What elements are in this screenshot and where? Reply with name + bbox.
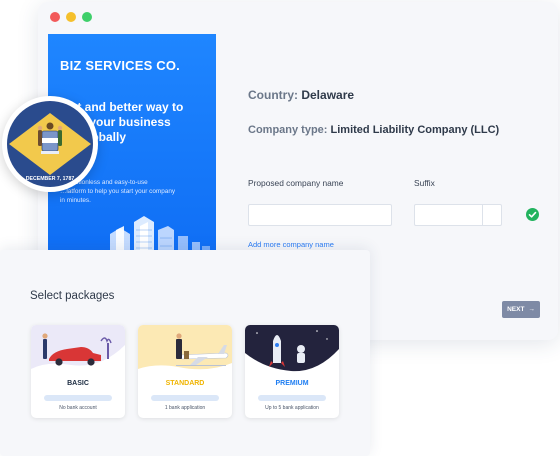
next-button-label: NEXT bbox=[507, 306, 525, 313]
package-name-standard: STANDARD bbox=[165, 380, 205, 387]
proposed-name-label: Proposed company name bbox=[248, 178, 344, 188]
select-divider bbox=[482, 205, 483, 225]
package-bar-basic bbox=[44, 395, 112, 401]
next-button[interactable]: NEXT → bbox=[502, 301, 540, 318]
package-card-basic[interactable]: BASIC No bank account bbox=[31, 325, 125, 418]
package-desc-standard: 1 bank application bbox=[164, 405, 206, 411]
company-type-row: Company type: Limited Liability Company … bbox=[248, 124, 499, 136]
close-window-dot[interactable] bbox=[50, 12, 60, 22]
window-controls bbox=[50, 12, 92, 22]
package-bar-standard bbox=[151, 395, 219, 401]
package-card-premium[interactable]: PREMIUM Up to 5 bank application bbox=[245, 325, 339, 418]
package-desc-premium: Up to 5 bank application bbox=[265, 405, 319, 411]
maximize-window-dot[interactable] bbox=[82, 12, 92, 22]
company-type-value: Limited Liability Company (LLC) bbox=[330, 124, 500, 136]
package-name-basic: BASIC bbox=[67, 380, 89, 387]
sports-car-illustration bbox=[31, 325, 125, 373]
package-name-premium: PREMIUM bbox=[275, 380, 309, 387]
delaware-flag-icon: DECEMBER 7, 1787 bbox=[7, 101, 93, 187]
check-icon bbox=[526, 208, 539, 221]
arrow-right-icon: → bbox=[528, 306, 535, 313]
add-more-company-name-link[interactable]: Add more company name bbox=[248, 240, 334, 249]
country-label: Country: bbox=[248, 88, 298, 102]
package-desc-basic: No bank account bbox=[59, 405, 97, 411]
package-card-standard[interactable]: STANDARD 1 bank application bbox=[138, 325, 232, 418]
private-jet-illustration bbox=[138, 325, 232, 373]
package-bar-premium bbox=[258, 395, 326, 401]
flag-date-text: DECEMBER 7, 1787 bbox=[26, 176, 75, 182]
country-value: Delaware bbox=[301, 88, 355, 102]
suffix-label: Suffix bbox=[414, 178, 435, 188]
minimize-window-dot[interactable] bbox=[66, 12, 76, 22]
company-type-label: Company type: bbox=[248, 124, 328, 136]
country-row: Country: Delaware bbox=[248, 88, 354, 102]
packages-panel: Select packages BASIC No bank account ST… bbox=[0, 250, 370, 456]
delaware-flag-badge: DECEMBER 7, 1787 bbox=[2, 96, 98, 192]
rocket-astronaut-illustration bbox=[245, 325, 339, 373]
suffix-select[interactable] bbox=[414, 204, 502, 226]
packages-title: Select packages bbox=[30, 290, 115, 302]
brand-name: BIZ SERVICES CO. bbox=[60, 58, 180, 73]
proposed-name-input[interactable] bbox=[248, 204, 392, 226]
